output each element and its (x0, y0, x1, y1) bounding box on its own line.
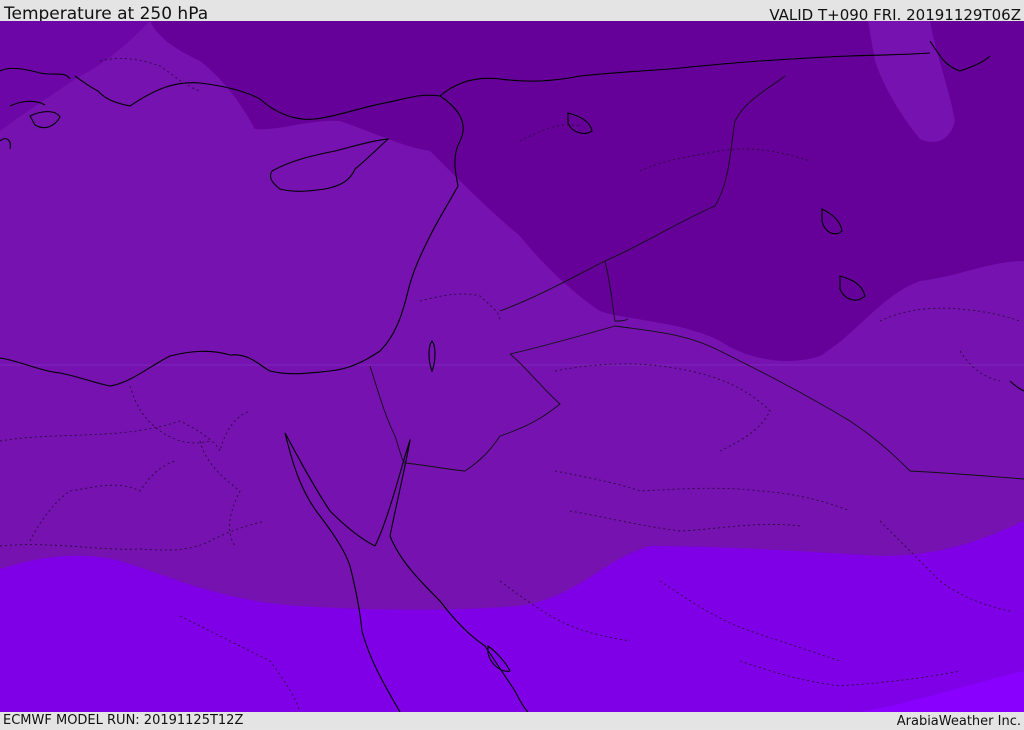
model-run-label: ECMWF MODEL RUN: 20191125T12Z (3, 713, 244, 728)
header-bar: Temperature at 250 hPa VALID T+090 FRI. … (0, 0, 1024, 24)
footer-bar: ECMWF MODEL RUN: 20191125T12Z ArabiaWeat… (0, 712, 1024, 729)
brand-label: ArabiaWeather Inc. (896, 714, 1021, 729)
weather-map[interactable] (0, 21, 1024, 712)
